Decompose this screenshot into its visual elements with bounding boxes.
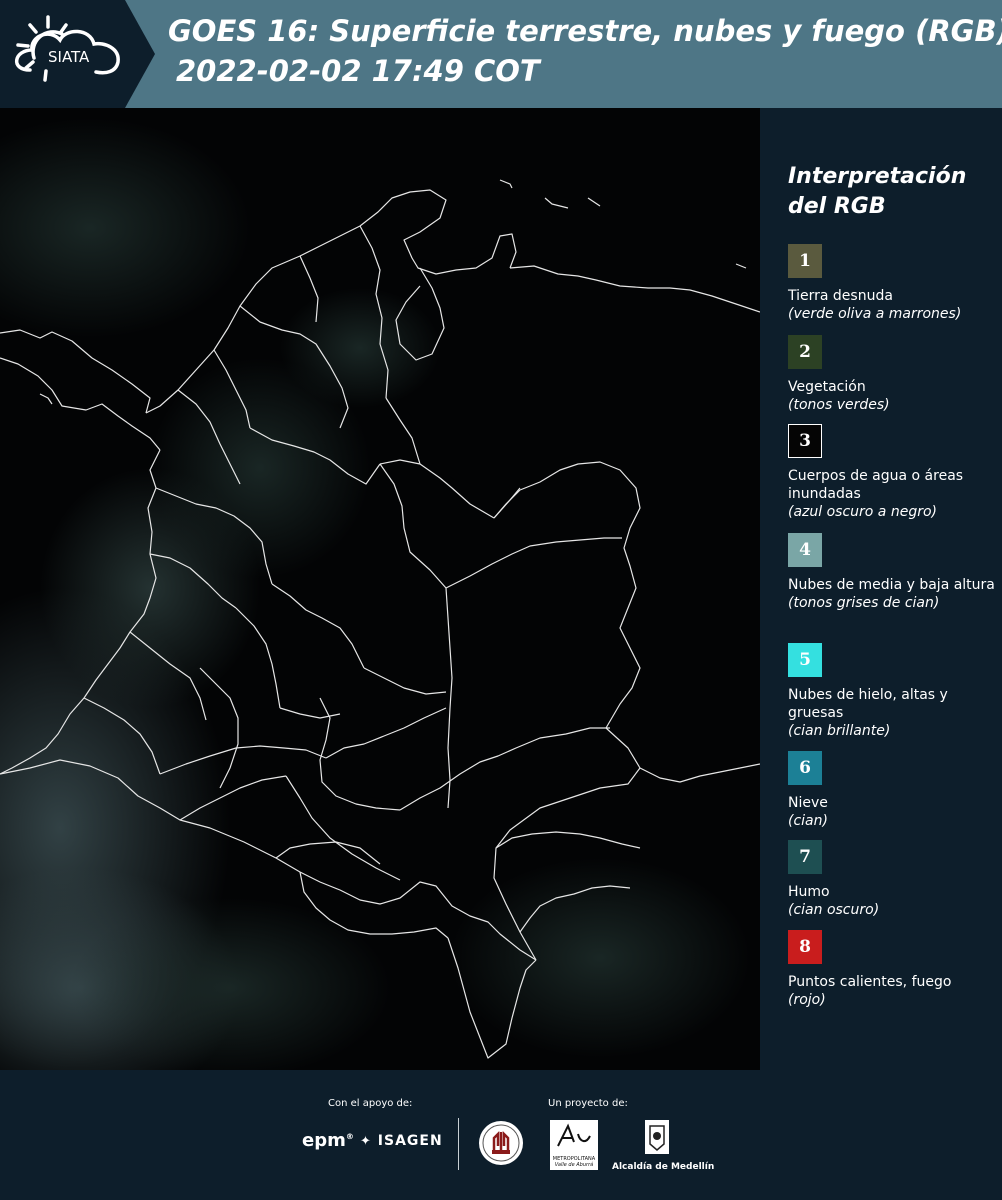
legend-item-smoke: 7 Humo (cian oscuro) xyxy=(788,840,998,919)
page-timestamp: 2022-02-02 17:49 COT xyxy=(176,54,540,88)
legend-sublabel: (verde oliva a marrones) xyxy=(788,306,962,322)
alcaldia-text: Alcaldía de Medellín xyxy=(612,1162,715,1172)
legend-sublabel: (tonos grises de cian) xyxy=(788,595,940,611)
legend-item-bare-land: 1 Tierra desnuda (verde oliva a marrones… xyxy=(788,244,998,323)
legend-label: Humo xyxy=(788,884,830,900)
legend-label: Cuerpos de agua o áreas inundadas xyxy=(788,468,964,502)
legend-swatch: 4 xyxy=(788,533,822,567)
isagen-logo: ✦ ISAGEN xyxy=(360,1133,443,1149)
support-label: Con el apoyo de: xyxy=(328,1098,413,1109)
isagen-icon: ✦ xyxy=(360,1134,372,1149)
footer: Con el apoyo de: Un proyecto de: epm® ✦ … xyxy=(0,1070,1002,1200)
legend-item-water: 3 Cuerpos de agua o áreas inundadas (azu… xyxy=(788,424,998,521)
legend-item-ice-clouds: 5 Nubes de hielo, altas y gruesas (cian … xyxy=(788,643,998,740)
siata-logo-text: SIATA xyxy=(48,48,90,66)
siata-logo: SIATA xyxy=(0,0,160,108)
epm-logo: epm® xyxy=(302,1130,354,1151)
legend-item-vegetation: 2 Vegetación (tonos verdes) xyxy=(788,335,998,414)
legend-item-low-clouds: 4 Nubes de media y baja altura (tonos gr… xyxy=(788,533,998,612)
page-title: GOES 16: Superficie terrestre, nubes y f… xyxy=(168,14,1002,48)
metro-subtext: Valle de Aburrá xyxy=(554,1162,594,1168)
project-label: Un proyecto de: xyxy=(548,1098,628,1109)
header: SIATA GOES 16: Superficie terrestre, nub… xyxy=(0,0,1002,108)
legend-item-fire: 8 Puntos calientes, fuego (rojo) xyxy=(788,930,998,1009)
legend-swatch: 7 xyxy=(788,840,822,874)
legend-swatch: 8 xyxy=(788,930,822,964)
legend-swatch: 2 xyxy=(788,335,822,369)
legend-swatch: 6 xyxy=(788,751,822,785)
legend-panel: Interpretación del RGB 1 Tierra desnuda … xyxy=(760,108,1002,1070)
satellite-map xyxy=(0,108,760,1070)
legend-swatch: 5 xyxy=(788,643,822,677)
epm-logo-text: epm xyxy=(302,1130,346,1151)
legend-swatch: 3 xyxy=(788,424,822,458)
footer-divider xyxy=(458,1118,459,1170)
legend-label: Vegetación xyxy=(788,379,866,395)
legend-sublabel: (cian) xyxy=(788,813,828,829)
legend-sublabel: (cian oscuro) xyxy=(788,902,880,918)
legend-item-snow: 6 Nieve (cian) xyxy=(788,751,998,830)
legend-label: Nubes de hielo, altas y gruesas xyxy=(788,687,948,721)
legend-sublabel: (cian brillante) xyxy=(788,723,891,739)
legend-label: Nieve xyxy=(788,795,828,811)
legend-sublabel: (tonos verdes) xyxy=(788,397,890,413)
legend-sublabel: (azul oscuro a negro) xyxy=(788,504,937,520)
seal-logo xyxy=(478,1120,524,1166)
legend-sublabel: (rojo) xyxy=(788,992,826,1008)
legend-swatch: 1 xyxy=(788,244,822,278)
legend-label: Nubes de media y baja altura xyxy=(788,577,995,593)
legend-title: Interpretación del RGB xyxy=(788,164,967,219)
isagen-logo-text: ISAGEN xyxy=(377,1133,443,1149)
legend-label: Tierra desnuda xyxy=(788,288,893,304)
legend-label: Puntos calientes, fuego xyxy=(788,974,952,990)
alcaldia-logo: Alcaldía de Medellín xyxy=(612,1118,715,1174)
area-metropolitana-logo: METROPOLITANA Valle de Aburrá xyxy=(550,1120,598,1170)
